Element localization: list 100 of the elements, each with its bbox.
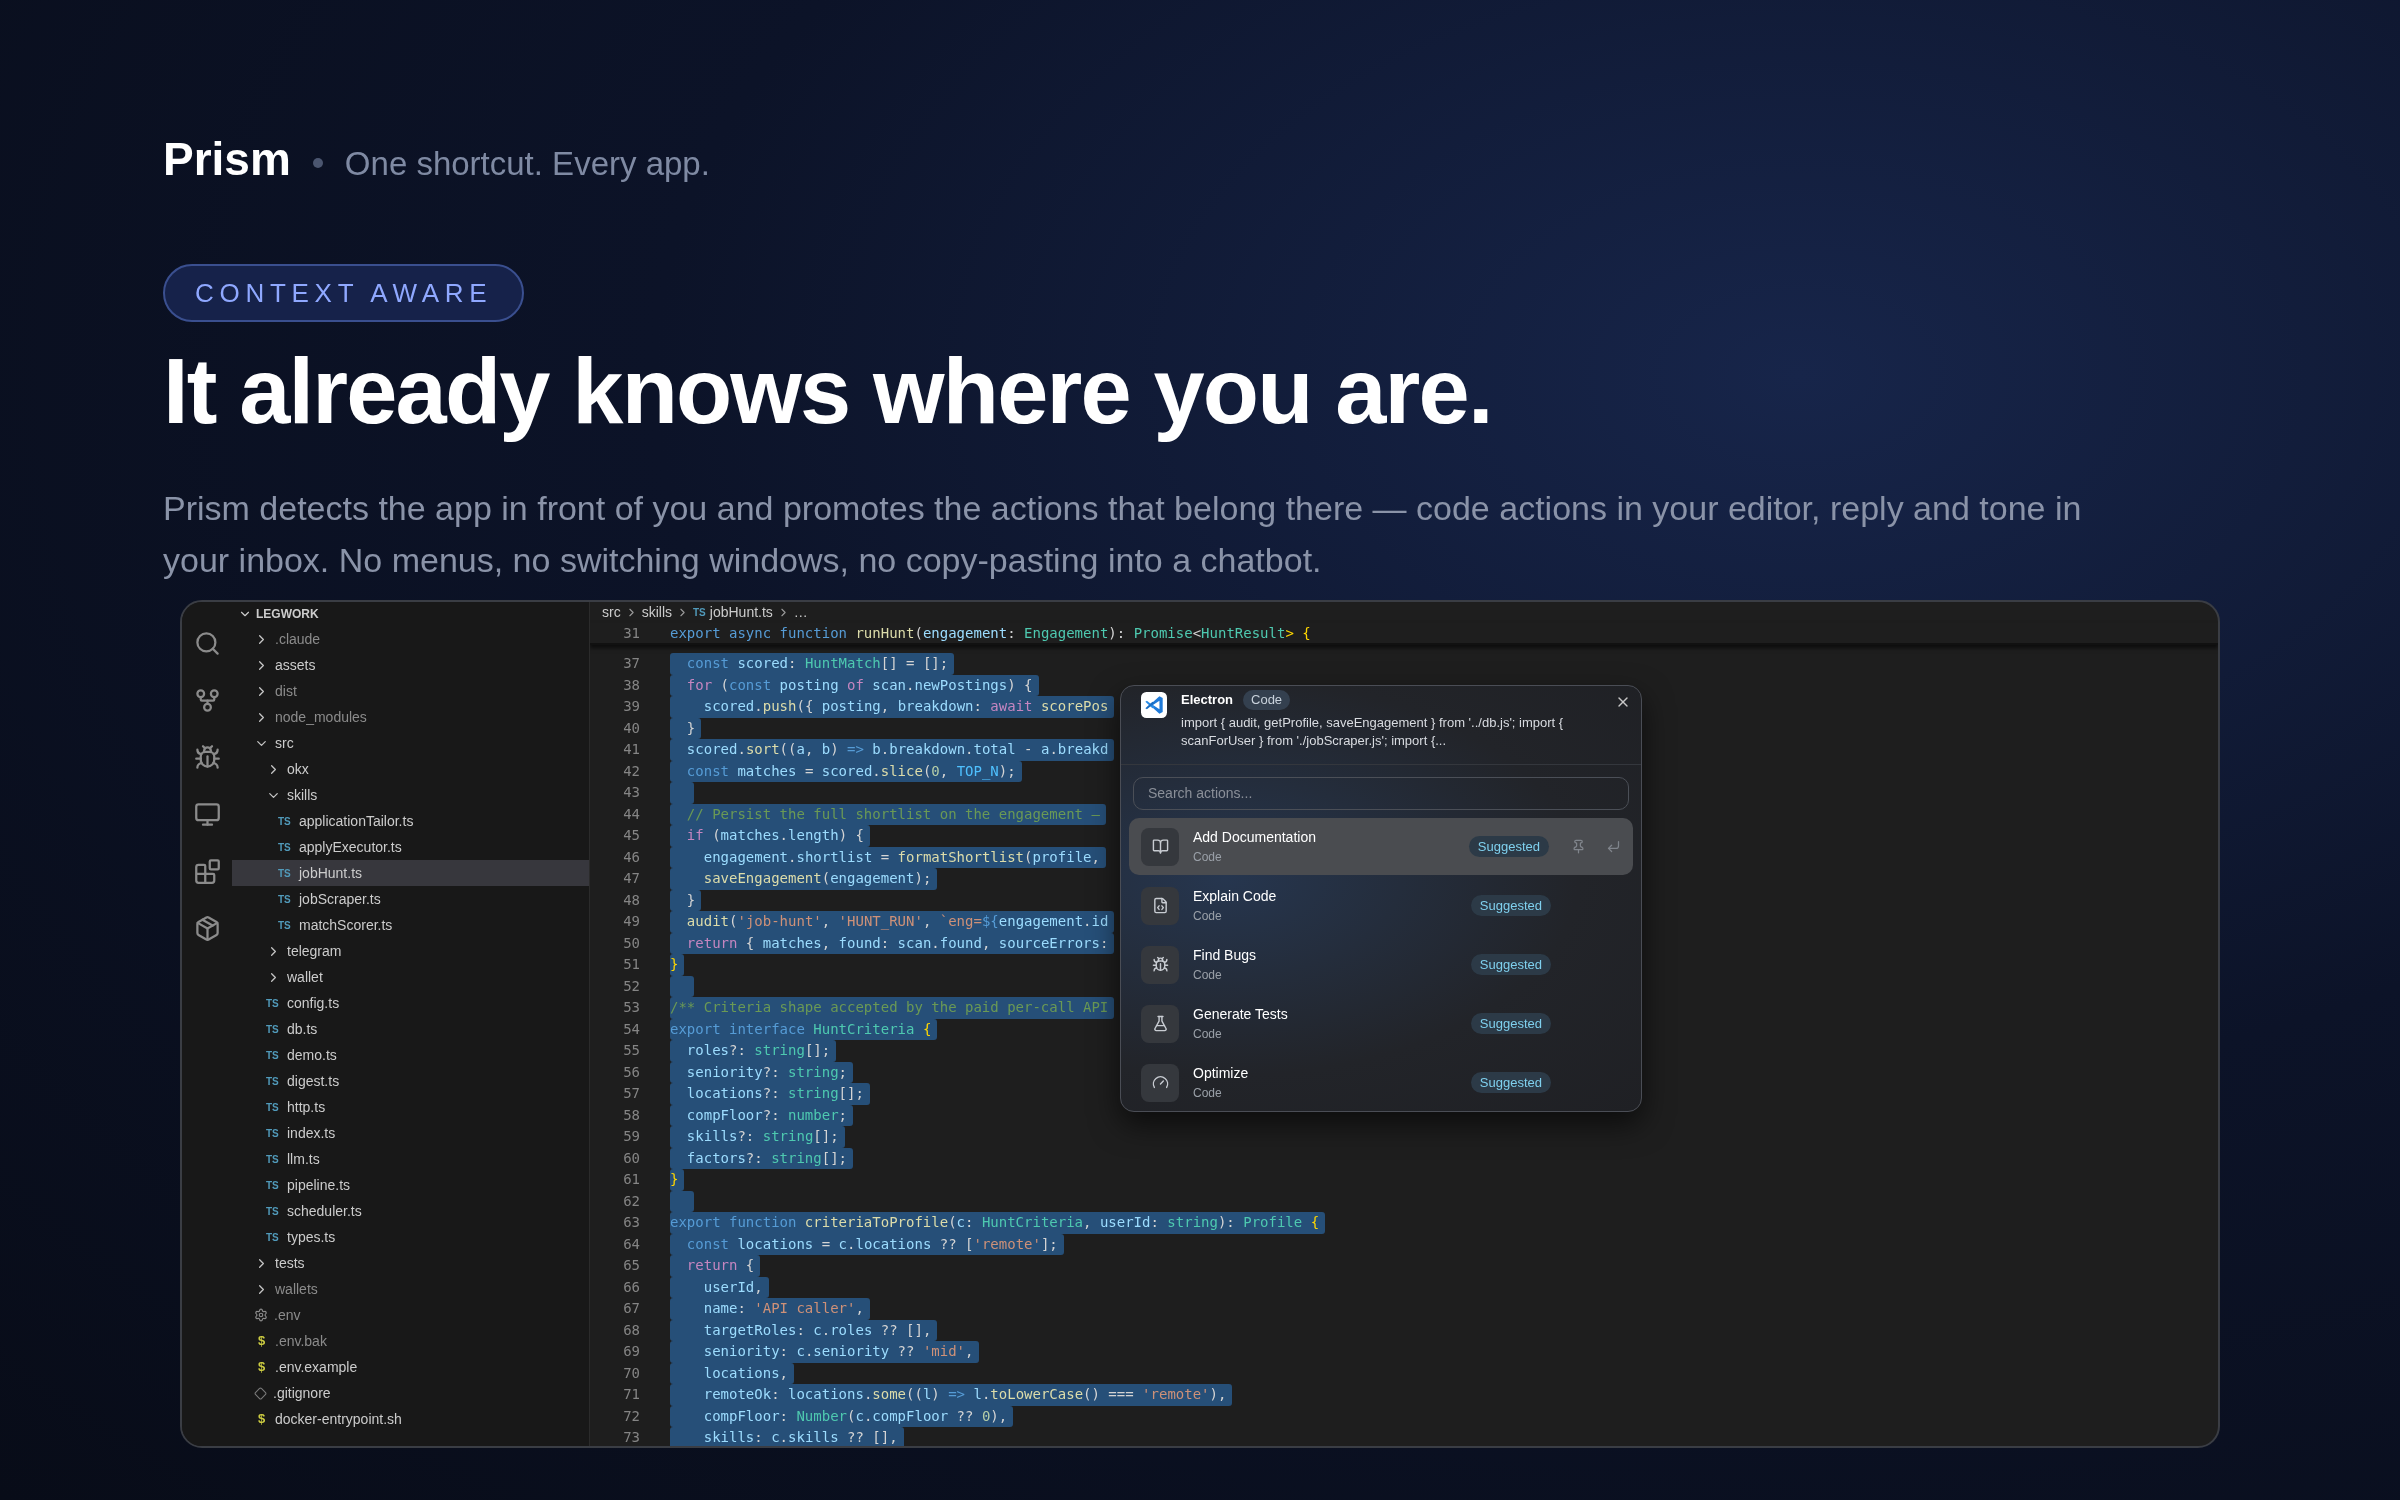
action-category: Code: [1193, 908, 1223, 925]
action-category: Code: [1193, 967, 1223, 984]
line-number: 42: [622, 761, 640, 781]
line-number: 60: [622, 1148, 640, 1168]
explorer-item[interactable]: TS db.ts: [232, 1016, 589, 1042]
explorer-item[interactable]: TS http.ts: [232, 1094, 589, 1120]
explorer-item[interactable]: $ docker-entrypoint.sh: [232, 1406, 589, 1432]
typescript-file-icon: TS: [278, 839, 293, 855]
line-number: 45: [622, 826, 640, 846]
flask-icon: [1151, 1015, 1169, 1032]
headline: It already knows where you are.: [163, 339, 1493, 444]
search-field[interactable]: Search actions...: [1133, 776, 1629, 810]
action-item[interactable]: Optimize Code Suggested: [1129, 1054, 1633, 1111]
explorer-item[interactable]: src: [232, 730, 589, 756]
breadcrumb-item[interactable]: skills: [641, 602, 672, 623]
explorer-item[interactable]: TS jobScraper.ts: [232, 886, 589, 912]
line-number: 73: [622, 1428, 640, 1446]
explorer-header[interactable]: LEGWORK: [232, 602, 589, 626]
breadcrumb-item[interactable]: TS jobHunt.ts: [693, 602, 773, 623]
breadcrumb-item[interactable]: src: [602, 602, 621, 623]
explorer-item[interactable]: okx: [232, 756, 589, 782]
line-number: 57: [622, 1084, 640, 1104]
explorer-item[interactable]: wallet: [232, 964, 589, 990]
explorer-item[interactable]: TS config.ts: [232, 990, 589, 1016]
extensions-icon[interactable]: [193, 858, 221, 885]
explorer-item[interactable]: .env: [232, 1302, 589, 1328]
line-number: 58: [622, 1105, 640, 1125]
action-category: Code: [1193, 1026, 1223, 1043]
bug-icon: [1151, 956, 1169, 973]
typescript-file-icon: TS: [266, 1047, 281, 1063]
action-title: Add Documentation: [1193, 828, 1317, 847]
line-number: 38: [622, 675, 640, 695]
line-number: 68: [622, 1320, 640, 1340]
explorer-item[interactable]: tests: [232, 1250, 589, 1276]
typescript-file-icon: TS: [266, 1203, 281, 1219]
bug-icon[interactable]: [193, 744, 221, 771]
suggested-badge: Suggested: [1470, 954, 1551, 975]
typescript-file-icon: TS: [266, 1073, 281, 1089]
brand-name: Prism: [163, 132, 291, 187]
action-item[interactable]: Explain Code Code Suggested: [1129, 877, 1633, 934]
explorer-item[interactable]: node_modules: [232, 704, 589, 730]
explorer-item[interactable]: TS scheduler.ts: [232, 1198, 589, 1224]
explorer-item[interactable]: TS applyExecutor.ts: [232, 834, 589, 860]
explorer-item[interactable]: wallets: [232, 1276, 589, 1302]
line-number: 48: [622, 890, 640, 910]
action-title: Optimize: [1193, 1064, 1250, 1083]
explorer-item[interactable]: dist: [232, 678, 589, 704]
typescript-file-icon: TS: [266, 1177, 281, 1193]
explorer-item[interactable]: TS llm.ts: [232, 1146, 589, 1172]
explorer-item[interactable]: telegram: [232, 938, 589, 964]
explorer-item[interactable]: TS matchScorer.ts: [232, 912, 589, 938]
branch-icon[interactable]: [193, 687, 221, 714]
explorer-item[interactable]: TS demo.ts: [232, 1042, 589, 1068]
action-item[interactable]: Find Bugs Code Suggested: [1129, 936, 1633, 993]
explorer-item[interactable]: skills: [232, 782, 589, 808]
gauge-icon: [1151, 1074, 1169, 1091]
action-category: Code: [1193, 849, 1223, 866]
line-number: 53: [622, 998, 640, 1018]
action-item[interactable]: Add Documentation Code Suggested: [1129, 818, 1633, 875]
explorer-item[interactable]: $ .env.bak: [232, 1328, 589, 1354]
explorer-item[interactable]: TS index.ts: [232, 1120, 589, 1146]
tagline: One shortcut. Every app.: [344, 144, 710, 184]
suggested-badge: Suggested: [1470, 1072, 1551, 1093]
typescript-file-icon: TS: [266, 1021, 281, 1037]
explorer-item[interactable]: TS jobHunt.ts: [232, 860, 589, 886]
line-number: 49: [622, 912, 640, 932]
line-number: 62: [622, 1191, 640, 1211]
line-number: 70: [622, 1363, 640, 1383]
breadcrumb-item[interactable]: …: [793, 602, 808, 623]
explorer-item[interactable]: $ .env.example: [232, 1354, 589, 1380]
search-icon[interactable]: [193, 630, 221, 657]
explorer-item[interactable]: .claude: [232, 626, 589, 652]
explorer-item[interactable]: TS pipeline.ts: [232, 1172, 589, 1198]
code-file-icon: [1151, 897, 1169, 914]
line-number: 64: [622, 1234, 640, 1254]
app-name: Electron: [1181, 691, 1233, 709]
dollar-file-icon: $: [254, 1357, 269, 1377]
line-number: 59: [622, 1127, 640, 1147]
app-tag: Code: [1243, 690, 1291, 710]
line-number: 54: [622, 1019, 640, 1039]
explorer-item[interactable]: assets: [232, 652, 589, 678]
line-number: 66: [622, 1277, 640, 1297]
package-icon[interactable]: [193, 915, 221, 942]
explorer-item[interactable]: TS applicationTailor.ts: [232, 808, 589, 834]
monitor-icon[interactable]: [193, 801, 221, 828]
explorer-item[interactable]: TS types.ts: [232, 1224, 589, 1250]
line-number: 50: [622, 933, 640, 953]
action-item[interactable]: Generate Tests Code Suggested: [1129, 995, 1633, 1052]
line-number: 55: [622, 1041, 640, 1061]
line-number: 40: [622, 718, 640, 738]
typescript-file-icon: TS: [266, 1151, 281, 1167]
enter-icon: [1606, 839, 1621, 854]
line-number: 72: [622, 1406, 640, 1426]
line-number: 65: [622, 1256, 640, 1276]
action-category: Code: [1193, 1085, 1223, 1102]
explorer-item[interactable]: .gitignore: [232, 1380, 589, 1406]
typescript-file-icon: TS: [278, 891, 293, 907]
explorer-item[interactable]: TS digest.ts: [232, 1068, 589, 1094]
book-icon: [1151, 838, 1169, 855]
line-number: 47: [622, 869, 640, 889]
